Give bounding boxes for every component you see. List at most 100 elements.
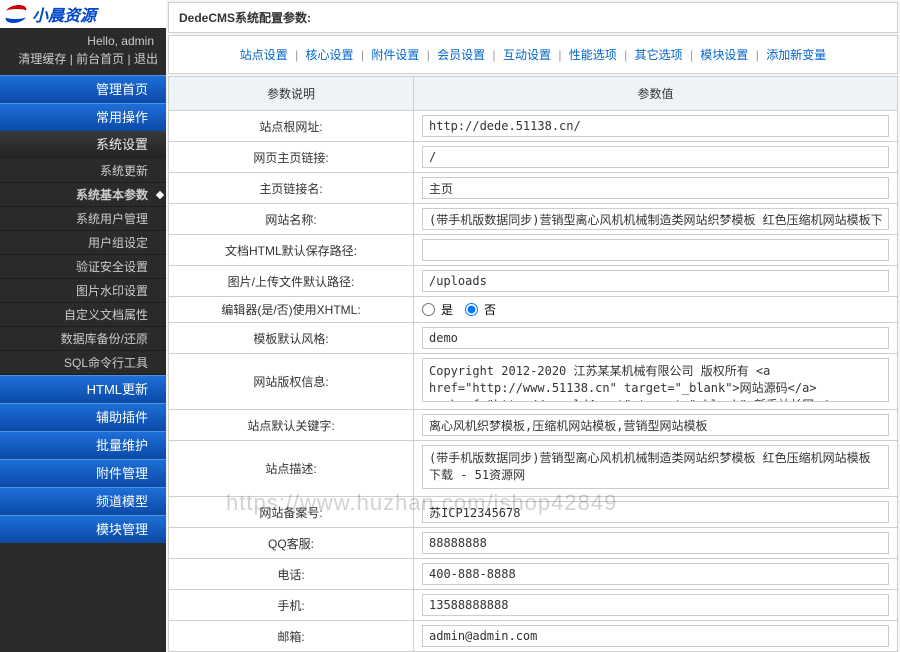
- main: DedeCMS系统配置参数: 站点设置 | 核心设置 | 附件设置 | 会员设置…: [166, 0, 900, 652]
- table-row: 站点描述:: [169, 441, 898, 497]
- config-table: 参数说明 参数值 站点根网址:网页主页链接:主页链接名:网站名称:文档HTML默…: [168, 76, 898, 652]
- param-input[interactable]: [422, 146, 889, 168]
- param-value-cell: [414, 410, 898, 441]
- submenu-系统用户管理[interactable]: 系统用户管理: [0, 207, 166, 231]
- table-row: 模板默认风格:: [169, 323, 898, 354]
- tab-互动设置[interactable]: 互动设置: [499, 48, 555, 62]
- submenu-自定义文档属性[interactable]: 自定义文档属性: [0, 303, 166, 327]
- submenu-SQL命令行工具[interactable]: SQL命令行工具: [0, 351, 166, 375]
- th-desc: 参数说明: [169, 77, 414, 111]
- page-title: DedeCMS系统配置参数:: [168, 2, 898, 33]
- menu-模块管理[interactable]: 模块管理: [0, 515, 166, 543]
- param-textarea[interactable]: [422, 445, 889, 489]
- table-row: 邮箱:: [169, 621, 898, 652]
- param-value-cell: [414, 354, 898, 410]
- param-label: 网站版权信息:: [169, 354, 414, 410]
- param-input[interactable]: [422, 501, 889, 523]
- param-value-cell: [414, 235, 898, 266]
- menu-附件管理[interactable]: 附件管理: [0, 459, 166, 487]
- logo-icon: [6, 3, 28, 25]
- table-row: 网站名称:: [169, 204, 898, 235]
- table-row: 主页链接名:: [169, 173, 898, 204]
- param-value-cell: [414, 142, 898, 173]
- tab-附件设置[interactable]: 附件设置: [367, 48, 423, 62]
- submenu-数据库备份/还原[interactable]: 数据库备份/还原: [0, 327, 166, 351]
- submenu-验证安全设置[interactable]: 验证安全设置: [0, 255, 166, 279]
- table-row: QQ客服:: [169, 528, 898, 559]
- link-logout[interactable]: 退出: [134, 52, 158, 66]
- table-row: 站点默认关键字:: [169, 410, 898, 441]
- menu-system-settings[interactable]: 系统设置: [0, 131, 166, 159]
- table-row: 站点根网址:: [169, 111, 898, 142]
- param-input[interactable]: [422, 532, 889, 554]
- param-label: 网站名称:: [169, 204, 414, 235]
- menu-频道模型[interactable]: 频道模型: [0, 487, 166, 515]
- param-input[interactable]: [422, 594, 889, 616]
- param-value-cell: [414, 204, 898, 235]
- param-label: 模板默认风格:: [169, 323, 414, 354]
- config-tabs: 站点设置 | 核心设置 | 附件设置 | 会员设置 | 互动设置 | 性能选项 …: [168, 35, 898, 74]
- param-input[interactable]: [422, 414, 889, 436]
- logo-text: 小晨资源: [32, 2, 96, 26]
- table-row: 文档HTML默认保存路径:: [169, 235, 898, 266]
- param-label: 网站备案号:: [169, 497, 414, 528]
- param-value-cell: [414, 559, 898, 590]
- param-input[interactable]: [422, 115, 889, 137]
- param-label: 文档HTML默认保存路径:: [169, 235, 414, 266]
- tab-性能选项[interactable]: 性能选项: [565, 48, 621, 62]
- param-input[interactable]: [422, 270, 889, 292]
- param-value-cell: [414, 111, 898, 142]
- table-row: 网站版权信息:: [169, 354, 898, 410]
- param-label: 编辑器(是/否)使用XHTML:: [169, 297, 414, 323]
- param-input[interactable]: [422, 625, 889, 647]
- param-value-cell: [414, 497, 898, 528]
- param-value-cell: [414, 323, 898, 354]
- tab-核心设置[interactable]: 核心设置: [302, 48, 358, 62]
- menu: 管理首页常用操作系统设置系统更新系统基本参数系统用户管理用户组设定验证安全设置图…: [0, 75, 166, 543]
- menu-辅助插件[interactable]: 辅助插件: [0, 403, 166, 431]
- param-label: QQ客服:: [169, 528, 414, 559]
- tab-模块设置[interactable]: 模块设置: [696, 48, 752, 62]
- param-value-cell: 是否: [414, 297, 898, 323]
- param-input[interactable]: [422, 177, 889, 199]
- link-frontend[interactable]: 前台首页: [76, 52, 124, 66]
- param-label: 站点描述:: [169, 441, 414, 497]
- link-clear-cache[interactable]: 清理缓存: [18, 52, 66, 66]
- tab-添加新变量[interactable]: 添加新变量: [762, 48, 830, 62]
- table-row: 网页主页链接:: [169, 142, 898, 173]
- param-input[interactable]: [422, 239, 889, 261]
- greeting: Hello, admin: [0, 28, 166, 50]
- param-textarea[interactable]: [422, 358, 889, 402]
- submenu-系统基本参数[interactable]: 系统基本参数: [0, 183, 166, 207]
- radio-yes[interactable]: [422, 303, 435, 316]
- th-val: 参数值: [414, 77, 898, 111]
- submenu-系统更新[interactable]: 系统更新: [0, 159, 166, 183]
- table-row: 编辑器(是/否)使用XHTML:是否: [169, 297, 898, 323]
- param-label: 网页主页链接:: [169, 142, 414, 173]
- param-label: 手机:: [169, 590, 414, 621]
- param-label: 电话:: [169, 559, 414, 590]
- tab-其它选项[interactable]: 其它选项: [631, 48, 687, 62]
- logo: 小晨资源: [0, 0, 166, 28]
- table-row: 图片/上传文件默认路径:: [169, 266, 898, 297]
- param-label: 邮箱:: [169, 621, 414, 652]
- param-value-cell: [414, 441, 898, 497]
- tab-会员设置[interactable]: 会员设置: [433, 48, 489, 62]
- table-row: 网站备案号:: [169, 497, 898, 528]
- param-label: 图片/上传文件默认路径:: [169, 266, 414, 297]
- submenu-用户组设定[interactable]: 用户组设定: [0, 231, 166, 255]
- param-input[interactable]: [422, 563, 889, 585]
- param-input[interactable]: [422, 208, 889, 230]
- radio-no[interactable]: [465, 303, 478, 316]
- menu-常用操作[interactable]: 常用操作: [0, 103, 166, 131]
- tab-站点设置[interactable]: 站点设置: [236, 48, 292, 62]
- menu-HTML更新[interactable]: HTML更新: [0, 375, 166, 403]
- submenu-图片水印设置[interactable]: 图片水印设置: [0, 279, 166, 303]
- param-label: 主页链接名:: [169, 173, 414, 204]
- param-input[interactable]: [422, 327, 889, 349]
- param-value-cell: [414, 173, 898, 204]
- table-row: 手机:: [169, 590, 898, 621]
- menu-管理首页[interactable]: 管理首页: [0, 75, 166, 103]
- table-row: 电话:: [169, 559, 898, 590]
- menu-批量维护[interactable]: 批量维护: [0, 431, 166, 459]
